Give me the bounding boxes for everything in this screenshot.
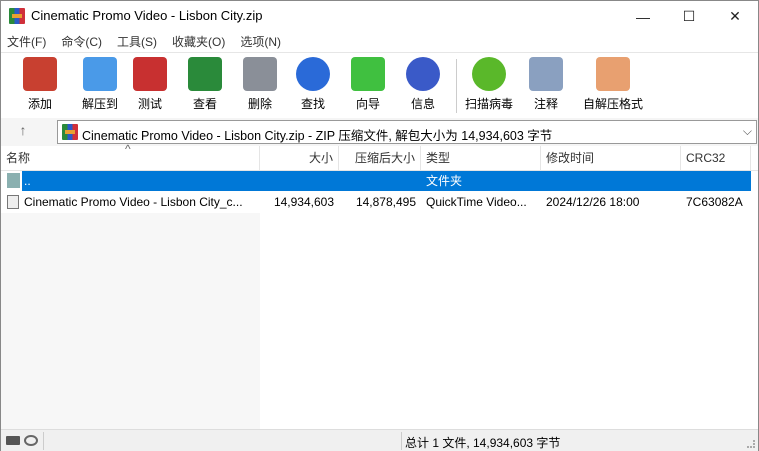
wizard-wand-icon xyxy=(351,57,385,91)
find-magnifier-icon xyxy=(296,57,330,91)
chevron-down-icon[interactable]: ⌵ xyxy=(743,124,752,139)
video-file-icon xyxy=(7,195,19,209)
resize-grip-icon[interactable] xyxy=(747,440,755,448)
toolbar-label: 扫描病毒 xyxy=(464,97,513,111)
sfx-box-icon xyxy=(596,57,630,91)
name-column-background xyxy=(1,213,260,429)
close-button[interactable]: ✕ xyxy=(712,1,758,32)
toolbar: 添加 解压到 测试 查看 删除 查找 向导 信息 扫描病毒 注释 自解压格式 xyxy=(1,52,758,118)
toolbar-button-sfx-box[interactable]: 自解压格式 xyxy=(580,57,646,112)
sort-ascending-icon: ^ xyxy=(125,142,131,156)
toolbar-label: 查看 xyxy=(192,97,217,111)
maximize-button[interactable]: ☐ xyxy=(666,1,712,32)
menu-tools[interactable]: 工具(S) xyxy=(117,32,157,52)
row-modified: 2024/12/26 18:00 xyxy=(546,195,640,209)
toolbar-button-comment[interactable]: 注释 xyxy=(517,57,575,112)
status-bar: 总计 1 文件, 14,934,603 字节 xyxy=(1,429,758,451)
delete-trash-icon xyxy=(243,57,277,91)
row-crc32: 7C63082A xyxy=(686,195,743,209)
toolbar-button-test-clipboard[interactable]: 测试 xyxy=(121,57,179,112)
table-row[interactable]: Cinematic Promo Video - Lisbon City_c...… xyxy=(1,192,751,212)
column-name[interactable]: 名称 ^ xyxy=(1,142,260,170)
row-type: 文件夹 xyxy=(426,174,463,188)
toolbar-label: 测试 xyxy=(137,97,162,111)
key-icon[interactable] xyxy=(24,435,38,446)
view-book-icon xyxy=(188,57,222,91)
toolbar-button-find-magnifier[interactable]: 查找 xyxy=(284,57,342,112)
status-text: 总计 1 文件, 14,934,603 字节 xyxy=(405,436,561,450)
toolbar-separator xyxy=(456,59,457,113)
toolbar-button-wizard-wand[interactable]: 向导 xyxy=(339,57,397,112)
row-name: .. xyxy=(24,174,31,188)
table-row-parent-folder[interactable]: .. 文件夹 xyxy=(1,171,751,191)
menu-options[interactable]: 选项(N) xyxy=(240,32,281,52)
address-field[interactable]: Cinematic Promo Video - Lisbon City.zip … xyxy=(57,120,757,144)
column-modified[interactable]: 修改时间 xyxy=(541,146,681,170)
comment-icon xyxy=(529,57,563,91)
toolbar-button-virus-scan[interactable]: 扫描病毒 xyxy=(460,57,518,112)
up-arrow-icon[interactable]: ↑ xyxy=(11,122,35,142)
column-header: 名称 ^ 大小 压缩后大小 类型 修改时间 CRC32 xyxy=(1,142,758,171)
column-packed[interactable]: 压缩后大小 xyxy=(339,146,421,170)
info-icon xyxy=(406,57,440,91)
address-text: Cinematic Promo Video - Lisbon City.zip … xyxy=(82,129,553,143)
toolbar-button-add-archive[interactable]: 添加 xyxy=(11,57,69,112)
minimize-button[interactable]: — xyxy=(620,1,666,32)
menu-file[interactable]: 文件(F) xyxy=(7,32,46,52)
toolbar-label: 添加 xyxy=(27,97,52,111)
archive-icon xyxy=(62,124,78,140)
column-crc32[interactable]: CRC32 xyxy=(681,146,751,170)
toolbar-label: 删除 xyxy=(247,97,272,111)
row-packed: 14,878,495 xyxy=(355,195,416,209)
toolbar-label: 解压到 xyxy=(81,97,118,111)
test-clipboard-icon xyxy=(133,57,167,91)
toolbar-label: 向导 xyxy=(355,97,380,111)
winrar-logo-icon xyxy=(9,8,25,24)
toolbar-label: 查找 xyxy=(300,97,325,111)
address-bar: ↑ Cinematic Promo Video - Lisbon City.zi… xyxy=(1,118,758,146)
toolbar-label: 自解压格式 xyxy=(582,97,643,111)
menu-favorites[interactable]: 收藏夹(O) xyxy=(172,32,225,52)
column-type[interactable]: 类型 xyxy=(421,146,541,170)
virus-scan-icon xyxy=(472,57,506,91)
drive-icon[interactable] xyxy=(6,436,20,445)
toolbar-label: 注释 xyxy=(533,97,558,111)
window-title: Cinematic Promo Video - Lisbon City.zip xyxy=(31,8,263,23)
toolbar-button-delete-trash[interactable]: 删除 xyxy=(231,57,289,112)
row-name: Cinematic Promo Video - Lisbon City_c... xyxy=(24,195,243,209)
row-type: QuickTime Video... xyxy=(426,195,527,209)
toolbar-label: 信息 xyxy=(410,97,435,111)
menu-bar: 文件(F) 命令(C) 工具(S) 收藏夹(O) 选项(N) xyxy=(1,32,758,52)
add-archive-icon xyxy=(23,57,57,91)
row-size: 14,934,603 xyxy=(273,195,334,209)
column-size[interactable]: 大小 xyxy=(260,146,339,170)
title-bar: Cinematic Promo Video - Lisbon City.zip … xyxy=(1,1,758,32)
toolbar-button-info[interactable]: 信息 xyxy=(394,57,452,112)
menu-commands[interactable]: 命令(C) xyxy=(61,32,102,52)
column-name-label: 名称 xyxy=(6,151,31,165)
extract-folder-icon xyxy=(83,57,117,91)
toolbar-button-view-book[interactable]: 查看 xyxy=(176,57,234,112)
